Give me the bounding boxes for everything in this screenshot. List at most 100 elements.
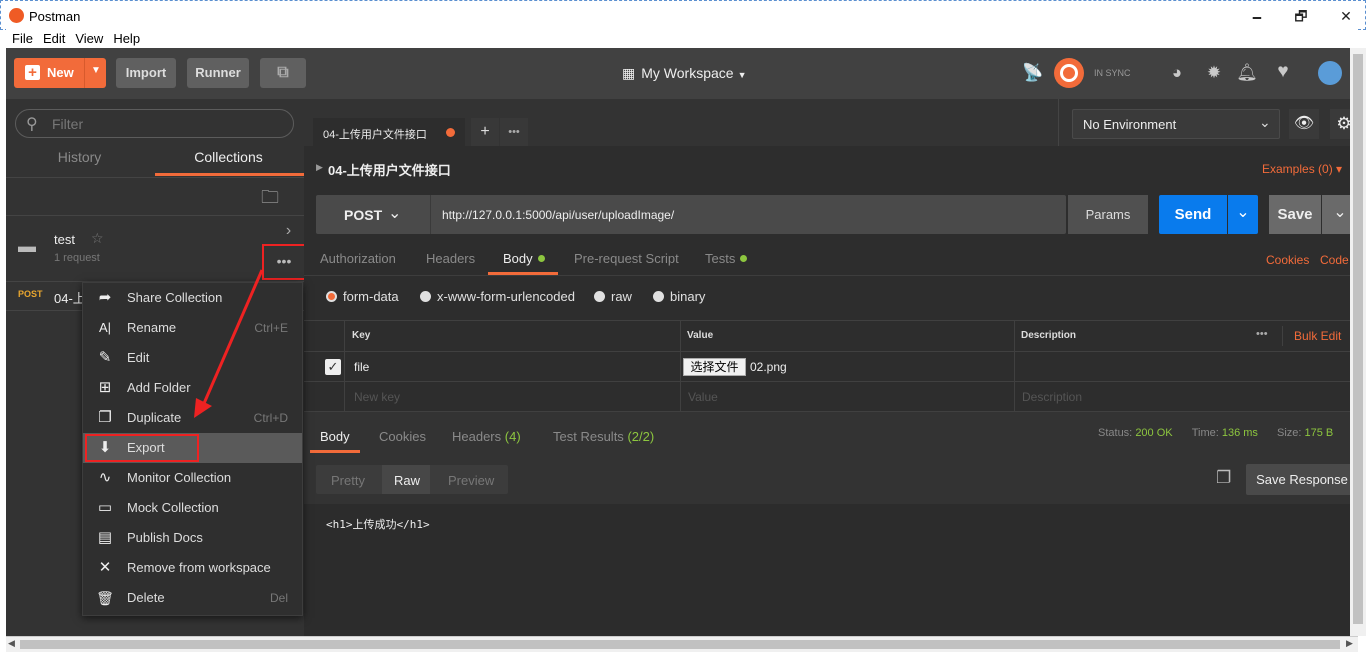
divider [304,275,1358,276]
code-link[interactable]: Code [1320,253,1349,267]
row-checkbox[interactable]: ✓ [325,359,341,375]
star-icon[interactable]: ☆ [91,230,104,247]
monitor-icon: ∿ [98,469,112,486]
trash-icon: 🗑 [96,590,114,606]
wrench-icon[interactable]: ✹ [1203,63,1225,83]
mode-raw[interactable]: raw [594,289,632,304]
cookies-link[interactable]: Cookies [1266,253,1309,267]
globe-icon[interactable]: ◕ [1166,63,1188,83]
heart-icon[interactable]: ♥ [1272,61,1294,83]
url-input[interactable]: http://127.0.0.1:5000/api/user/uploadIma… [442,208,674,222]
caret-down-icon[interactable]: ▼ [91,65,101,76]
tab-options-icon[interactable]: ••• [500,118,528,146]
satellite-icon[interactable]: 📡 [1022,63,1044,83]
examples-link[interactable]: Examples (0) ▾ [1262,162,1342,176]
mode-binary[interactable]: binary [653,289,705,304]
annotation-arrow [194,269,264,418]
method-select[interactable]: POST ⌄ [316,195,430,234]
runner-button[interactable]: Runner [187,58,249,88]
send-options-icon[interactable]: ⌄ [1228,195,1258,234]
menu-help[interactable]: Help [113,29,140,48]
add-tab-button[interactable]: + [471,118,499,146]
menu-item-delete[interactable]: 🗑 Delete Del [83,583,302,613]
menu-file[interactable]: File [12,29,33,48]
headers-count: (4) [504,429,521,444]
collapse-caret-icon[interactable]: ▶ [316,162,323,173]
menu-item-remove-from-workspace[interactable]: ✕ Remove from workspace [83,553,302,583]
scrollbar-thumb[interactable] [20,640,1340,649]
status-dot [740,255,748,262]
import-button[interactable]: Import [116,58,176,88]
send-button[interactable]: Send [1159,195,1227,234]
row-key[interactable]: file [354,360,369,374]
save-button[interactable]: Save [1269,195,1321,234]
new-window-icon[interactable]: ⧉ [260,58,306,88]
app-header: + New ▼ Import Runner ⧉ ▦ My Workspace ▼ 📡… [6,48,1358,99]
tab-authorization[interactable]: Authorization [320,251,396,266]
title-bar: Postman 🗕 🗗 ✕ [0,0,1366,30]
close-icon[interactable]: ✕ [1334,7,1358,25]
vertical-scrollbar[interactable] [1350,48,1366,636]
environment-select[interactable]: No Environment ⌄ [1072,109,1280,139]
chevron-down-icon: ⌄ [388,205,402,222]
share-icon: ➦ [98,289,112,306]
menu-item-publish-docs[interactable]: ▤ Publish Docs [83,523,302,553]
menu-item-export[interactable]: ⬇ Export [83,433,302,463]
horizontal-scrollbar[interactable]: ◀ ▶ [6,636,1358,652]
new-value-input[interactable]: Value [688,390,718,404]
chevron-right-icon[interactable]: › [273,216,304,246]
save-response-button[interactable]: Save Response [1246,464,1358,495]
new-button[interactable]: + New ▼ [14,58,106,88]
view-preview[interactable]: Preview [448,473,494,488]
tab-history[interactable]: History [6,149,153,177]
menu-edit[interactable]: Edit [43,29,65,48]
tab-body[interactable]: Body [503,251,545,266]
scroll-left-icon[interactable]: ◀ [8,638,15,649]
copy-icon[interactable]: ❐ [1216,468,1231,488]
new-folder-icon[interactable]: 🗀 [261,185,279,215]
response-tab-headers[interactable]: Headers (4) [452,429,521,444]
params-button[interactable]: Params [1068,195,1148,234]
scroll-right-icon[interactable]: ▶ [1346,638,1353,649]
sync-icon[interactable] [1054,58,1084,88]
table-options-icon[interactable]: ••• [1256,328,1268,340]
column-description: Description [1021,330,1077,341]
choose-file-button[interactable]: 选择文件 [683,358,746,376]
new-key-input[interactable]: New key [354,390,400,404]
avatar[interactable] [1318,61,1342,85]
mock-icon: ▭ [97,499,113,516]
file-name: 02.png [750,360,787,374]
minimize-icon[interactable]: 🗕 [1245,7,1269,25]
workspace-label: My Workspace [641,65,734,81]
response-text: <h1>上传成功</h1> [326,518,430,531]
tab-pre-request-script[interactable]: Pre-request Script [574,251,679,266]
request-tab[interactable]: 04-上传用户文件接口 [313,118,465,146]
menu-item-mock-collection[interactable]: ▭ Mock Collection [83,493,302,523]
response-tab-test-results[interactable]: Test Results (2/2) [553,429,654,444]
new-description-input[interactable]: Description [1022,390,1082,404]
menu-view[interactable]: View [75,29,103,48]
size-value: 175 B [1304,427,1334,439]
method-badge: POST [18,289,43,299]
unsaved-dot [446,128,455,137]
response-tab-label: Test Results [553,429,624,444]
divider [430,195,431,234]
mode-urlencoded[interactable]: x-www-form-urlencoded [420,289,575,304]
scrollbar-thumb[interactable] [1353,54,1363,624]
response-tab-cookies[interactable]: Cookies [379,429,426,444]
tab-headers[interactable]: Headers [426,251,475,266]
view-pretty[interactable]: Pretty [331,473,365,488]
workspace-switcher[interactable]: ▦ My Workspace ▼ [622,65,746,82]
menu-item-monitor-collection[interactable]: ∿ Monitor Collection [83,463,302,493]
response-tab-body[interactable]: Body [320,429,350,444]
collection-count: 1 request [54,252,100,264]
tab-tests[interactable]: Tests [705,251,748,266]
bell-icon[interactable]: 🔔︎ [1236,63,1258,83]
view-raw[interactable]: Raw [394,473,420,488]
filter-input[interactable]: ⚲ Filter [15,109,294,138]
bulk-edit-link[interactable]: Bulk Edit [1294,329,1341,343]
maximize-icon[interactable]: 🗗 [1289,7,1313,25]
mode-form-data[interactable]: form-data [326,289,399,304]
status-value: 200 OK [1135,427,1173,439]
eye-icon[interactable]: 👁︎ [1289,109,1319,139]
